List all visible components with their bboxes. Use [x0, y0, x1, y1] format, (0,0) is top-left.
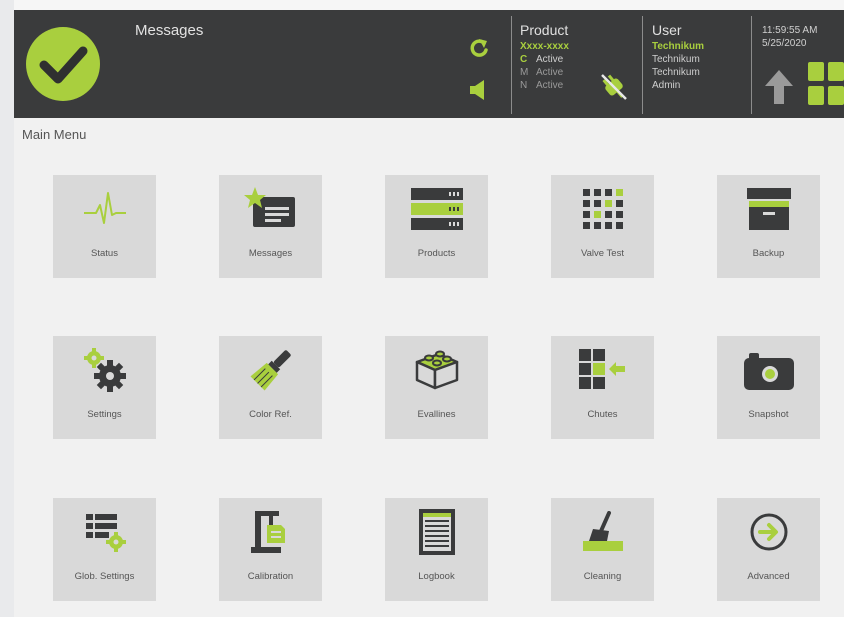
tile-settings[interactable]: Settings — [53, 336, 156, 439]
top-edge-strip — [14, 0, 844, 10]
broom-icon — [582, 511, 623, 551]
tile-valve-test[interactable]: Valve Test — [551, 175, 654, 278]
global-settings-icon — [85, 514, 126, 552]
tile-label: Settings — [87, 409, 122, 420]
archive-box-icon — [746, 188, 791, 230]
mode-letter: M — [520, 67, 529, 78]
tile-logbook[interactable]: Logbook — [385, 498, 488, 601]
tile-evallines[interactable]: Evallines — [385, 336, 488, 439]
tile-label: Valve Test — [581, 248, 624, 259]
logbook-icon — [418, 509, 455, 555]
tile-color-ref[interactable]: Color Ref. — [219, 336, 322, 439]
product-panel[interactable]: Product Xxxx-xxxx C Active M Active N Activ… — [520, 22, 569, 92]
header-bar: Messages Product Xxxx-xxxx C Active M Acti… — [14, 10, 844, 118]
header-divider — [511, 16, 512, 114]
mode-state: Active — [536, 67, 564, 78]
tile-chutes[interactable]: Chutes — [551, 336, 654, 439]
tile-label: Advanced — [747, 571, 790, 582]
disconnected-plug-icon — [597, 70, 631, 109]
product-mode-row: M Active — [520, 66, 569, 79]
tile-products[interactable]: Products — [385, 175, 488, 278]
app-grid-icon[interactable] — [808, 62, 844, 111]
arrow-up-icon[interactable] — [764, 68, 794, 111]
paint-brush-icon — [249, 350, 291, 391]
tile-label: Logbook — [418, 571, 455, 582]
tile-cleaning[interactable]: Cleaning — [551, 498, 654, 601]
header-divider — [751, 16, 752, 114]
checkmark-circle-icon[interactable] — [26, 27, 100, 101]
header-divider — [642, 16, 643, 114]
chutes-icon — [578, 349, 625, 389]
messages-icon — [243, 187, 295, 227]
building-block-icon — [415, 350, 458, 390]
tile-label: Cleaning — [583, 571, 622, 582]
speaker-icon[interactable] — [469, 80, 487, 105]
user-line: Technikum — [652, 67, 700, 78]
tile-label: Status — [91, 248, 118, 259]
products-server-icon — [410, 188, 463, 230]
product-title: Product — [520, 22, 569, 38]
user-line: Admin — [652, 80, 681, 91]
user-line: Technikum — [652, 41, 705, 52]
header-messages-label[interactable]: Messages — [135, 22, 203, 39]
user-line: Technikum — [652, 54, 700, 65]
camera-icon — [743, 353, 794, 390]
product-mode-row: N Active — [520, 79, 569, 92]
mode-letter: C — [520, 54, 528, 65]
tile-label: Messages — [248, 248, 293, 259]
left-edge-strip — [0, 0, 14, 617]
product-mode-row: C Active — [520, 53, 569, 66]
arrow-circle-right-icon — [750, 513, 787, 551]
tile-label: Snapshot — [748, 409, 789, 420]
datetime: 11:59:55 AM 5/25/2020 — [762, 24, 817, 50]
mode-letter: N — [520, 80, 528, 91]
tile-label: Color Ref. — [249, 409, 292, 420]
tile-label: Products — [417, 248, 456, 259]
calibration-clamp-icon — [250, 511, 285, 553]
time-text: 11:59:55 AM — [762, 25, 818, 36]
gears-icon — [83, 348, 126, 392]
tile-snapshot[interactable]: Snapshot — [717, 336, 820, 439]
heartbeat-icon — [83, 192, 126, 224]
valve-grid-icon — [582, 189, 623, 229]
tile-backup[interactable]: Backup — [717, 175, 820, 278]
user-panel[interactable]: User Technikum Technikum Technikum Admin — [652, 22, 704, 92]
tile-label: Backup — [752, 248, 785, 259]
mode-state: Active — [536, 80, 564, 91]
tile-calibration[interactable]: Calibration — [219, 498, 322, 601]
tile-advanced[interactable]: Advanced — [717, 498, 820, 601]
tile-messages[interactable]: Messages — [219, 175, 322, 278]
product-name: Xxxx-xxxx — [520, 41, 569, 52]
tile-label: Evallines — [417, 409, 456, 420]
tile-label: Calibration — [247, 571, 294, 582]
tile-label: Chutes — [587, 409, 618, 420]
refresh-icon[interactable] — [469, 37, 491, 64]
tile-status[interactable]: Status — [53, 175, 156, 278]
user-title: User — [652, 22, 682, 38]
date-text: 5/25/2020 — [762, 38, 807, 49]
mode-state: Active — [536, 54, 564, 65]
tile-label: Glob. Settings — [74, 571, 135, 582]
page-title: Main Menu — [22, 127, 87, 142]
tile-glob-settings[interactable]: Glob. Settings — [53, 498, 156, 601]
